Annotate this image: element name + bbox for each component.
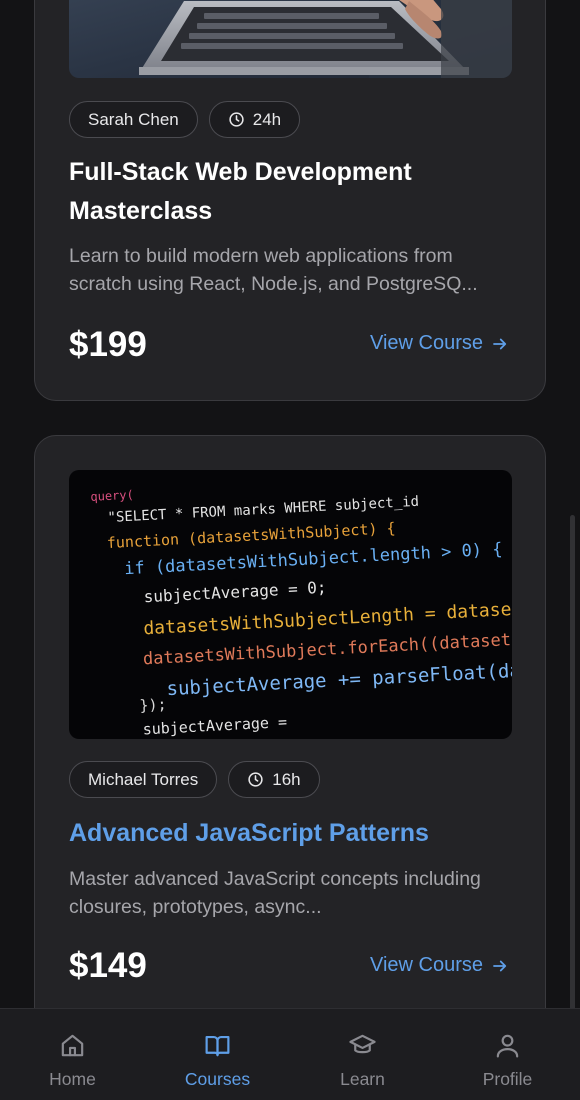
view-course-label: View Course xyxy=(369,954,483,976)
duration-value: 16h xyxy=(272,769,301,789)
nav-label: Home xyxy=(49,1069,96,1089)
instructor-chip: Michael Torres xyxy=(69,761,218,798)
code-line: query( xyxy=(90,488,134,504)
duration-value: 24h xyxy=(252,109,282,129)
course-thumbnail-code: query( "SELECT * FROM marks WHERE subjec… xyxy=(69,470,512,739)
view-course-label: View Course xyxy=(369,332,483,354)
course-meta: Michael Torres 16h xyxy=(69,761,320,798)
nav-label: Profile xyxy=(482,1069,533,1089)
course-price: $199 xyxy=(69,325,147,364)
course-title[interactable]: Advanced JavaScript Patterns xyxy=(69,814,509,853)
nav-item-courses[interactable]: Courses xyxy=(145,1009,290,1100)
course-title[interactable]: Full-Stack Web Development Masterclass xyxy=(69,153,509,231)
course-list[interactable]: Sarah Chen 24h Full-Stack Web Developmen… xyxy=(0,0,580,1008)
course-description: Learn to build modern web applications f… xyxy=(69,245,478,295)
clock-icon xyxy=(248,772,263,787)
course-meta: Sarah Chen 24h xyxy=(69,101,301,138)
user-icon xyxy=(496,1034,519,1058)
arrow-right-icon xyxy=(493,960,507,971)
duration-chip: 24h xyxy=(208,101,301,138)
code-line: }); xyxy=(139,695,167,714)
course-price: $149 xyxy=(69,946,147,985)
nav-item-profile[interactable]: Profile xyxy=(435,1009,580,1100)
nav-label: Courses xyxy=(184,1069,251,1089)
nav-item-learn[interactable]: Learn xyxy=(290,1009,435,1100)
course-card[interactable]: query( "SELECT * FROM marks WHERE subjec… xyxy=(34,435,546,1008)
view-course-button[interactable]: View Course xyxy=(370,954,509,977)
course-thumbnail-laptop xyxy=(69,0,512,78)
book-icon xyxy=(205,1035,230,1057)
instructor-name: Michael Torres xyxy=(88,769,199,789)
bottom-nav: Home Courses Learn Profile xyxy=(0,1008,580,1100)
duration-chip: 16h xyxy=(228,761,320,798)
scrollbar[interactable] xyxy=(570,515,575,1067)
arrow-right-icon xyxy=(493,338,507,349)
nav-item-home[interactable]: Home xyxy=(0,1009,145,1100)
home-icon xyxy=(61,1034,84,1057)
instructor-chip: Sarah Chen xyxy=(69,101,198,138)
clock-icon xyxy=(229,112,244,127)
instructor-name: Sarah Chen xyxy=(88,109,179,129)
nav-label: Learn xyxy=(340,1069,385,1089)
course-description: Master advanced JavaScript concepts incl… xyxy=(69,868,481,918)
course-card[interactable]: Sarah Chen 24h Full-Stack Web Developmen… xyxy=(34,0,546,401)
view-course-button[interactable]: View Course xyxy=(370,332,509,355)
graduation-cap-icon xyxy=(349,1034,376,1054)
